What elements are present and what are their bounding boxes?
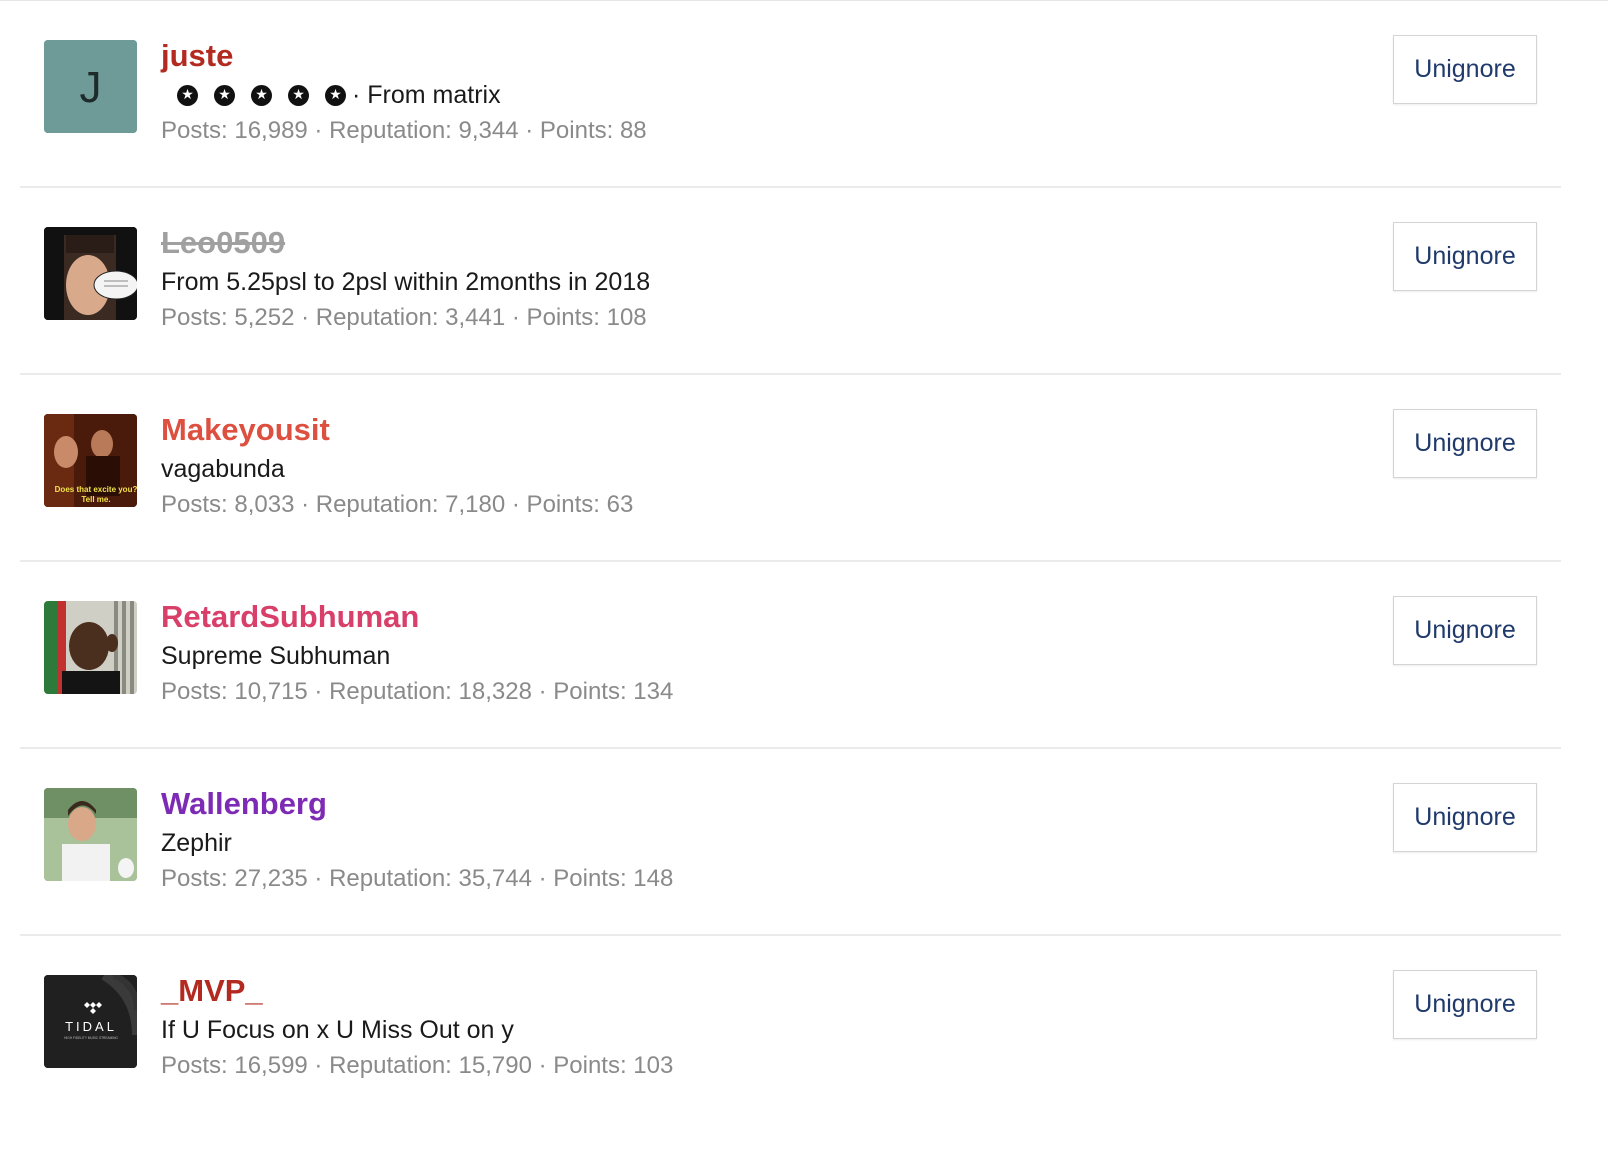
avatar[interactable]: Does that excite you? Tell me. [44, 414, 137, 507]
avatar[interactable]: TIDAL HIGH FIDELITY MUSIC STREAMING [44, 975, 137, 1068]
list-item: J juste ★ ★ ★ ★ ★ · From matrix Posts: 1… [20, 1, 1561, 188]
svg-text:HIGH FIDELITY MUSIC STREAMING: HIGH FIDELITY MUSIC STREAMING [64, 1036, 118, 1040]
user-title: · From matrix [352, 81, 501, 109]
username-link[interactable]: Leo0509 [161, 222, 285, 264]
avatar-photo [44, 227, 137, 320]
username-link[interactable]: Wallenberg [161, 783, 327, 825]
user-title-line: ★ ★ ★ ★ ★ · From matrix [161, 77, 647, 113]
username-link[interactable]: _MVP_ [161, 970, 263, 1012]
user-stats: Posts: 16,599 · Reputation: 15,790 · Poi… [161, 1052, 674, 1079]
unignore-button[interactable]: Unignore [1393, 35, 1537, 104]
unignore-button[interactable]: Unignore [1393, 970, 1537, 1039]
user-stats: Posts: 10,715 · Reputation: 18,328 · Poi… [161, 678, 674, 705]
user-title: vagabunda [161, 455, 285, 483]
user-stats: Posts: 16,989 · Reputation: 9,344 · Poin… [161, 117, 647, 144]
list-item: Wallenberg Zephir Posts: 27,235 · Reputa… [20, 749, 1561, 936]
user-info: Leo0509 From 5.25psl to 2psl within 2mon… [161, 222, 650, 336]
username-link[interactable]: Makeyousit [161, 409, 330, 451]
avatar-letter: J [80, 63, 102, 112]
avatar-photo [44, 601, 137, 694]
user-info: Makeyousit vagabunda Posts: 8,033 · Repu… [161, 409, 633, 523]
avatar[interactable] [44, 788, 137, 881]
list-item: Leo0509 From 5.25psl to 2psl within 2mon… [20, 188, 1561, 375]
star-circle-icon: ★ [177, 84, 198, 106]
user-title: If U Focus on x U Miss Out on y [161, 1016, 514, 1044]
tidal-logo-avatar: TIDAL HIGH FIDELITY MUSIC STREAMING [44, 975, 137, 1068]
list-item: TIDAL HIGH FIDELITY MUSIC STREAMING _MVP… [20, 936, 1561, 1123]
rank-stars: ★ ★ ★ ★ ★ [177, 84, 352, 106]
svg-text:Does that excite you?: Does that excite you? [55, 485, 137, 494]
star-circle-icon: ★ [325, 84, 346, 106]
svg-text:TIDAL: TIDAL [65, 1019, 117, 1034]
unignore-button[interactable]: Unignore [1393, 222, 1537, 291]
user-stats: Posts: 27,235 · Reputation: 35,744 · Poi… [161, 865, 674, 892]
user-info: juste ★ ★ ★ ★ ★ · From matrix Posts: 16,… [161, 35, 647, 149]
avatar[interactable] [44, 601, 137, 694]
star-circle-icon: ★ [288, 84, 309, 106]
username-link[interactable]: RetardSubhuman [161, 596, 419, 638]
star-circle-icon: ★ [251, 84, 272, 106]
user-stats: Posts: 5,252 · Reputation: 3,441 · Point… [161, 304, 647, 331]
user-title: Zephir [161, 829, 232, 857]
avatar[interactable] [44, 227, 137, 320]
list-item: Does that excite you? Tell me. Makeyousi… [20, 375, 1561, 562]
unignore-button[interactable]: Unignore [1393, 596, 1537, 665]
user-stats: Posts: 8,033 · Reputation: 7,180 · Point… [161, 491, 634, 518]
user-title: Supreme Subhuman [161, 642, 391, 670]
unignore-button[interactable]: Unignore [1393, 409, 1537, 478]
unignore-button[interactable]: Unignore [1393, 783, 1537, 852]
user-info: Wallenberg Zephir Posts: 27,235 · Reputa… [161, 783, 673, 897]
avatar[interactable]: J [44, 40, 137, 133]
avatar-letter-image: J [44, 40, 137, 133]
username-link[interactable]: juste [161, 35, 233, 77]
svg-text:Tell me.: Tell me. [81, 495, 110, 504]
star-circle-icon: ★ [214, 84, 235, 106]
user-title: From 5.25psl to 2psl within 2months in 2… [161, 268, 651, 296]
user-info: RetardSubhuman Supreme Subhuman Posts: 1… [161, 596, 673, 710]
list-item: RetardSubhuman Supreme Subhuman Posts: 1… [20, 562, 1561, 749]
avatar-photo [44, 788, 137, 881]
avatar-photo: Does that excite you? Tell me. [44, 414, 137, 507]
ignored-users-list: J juste ★ ★ ★ ★ ★ · From matrix Posts: 1… [20, 1, 1561, 1123]
user-info: _MVP_ If U Focus on x U Miss Out on y Po… [161, 970, 673, 1084]
